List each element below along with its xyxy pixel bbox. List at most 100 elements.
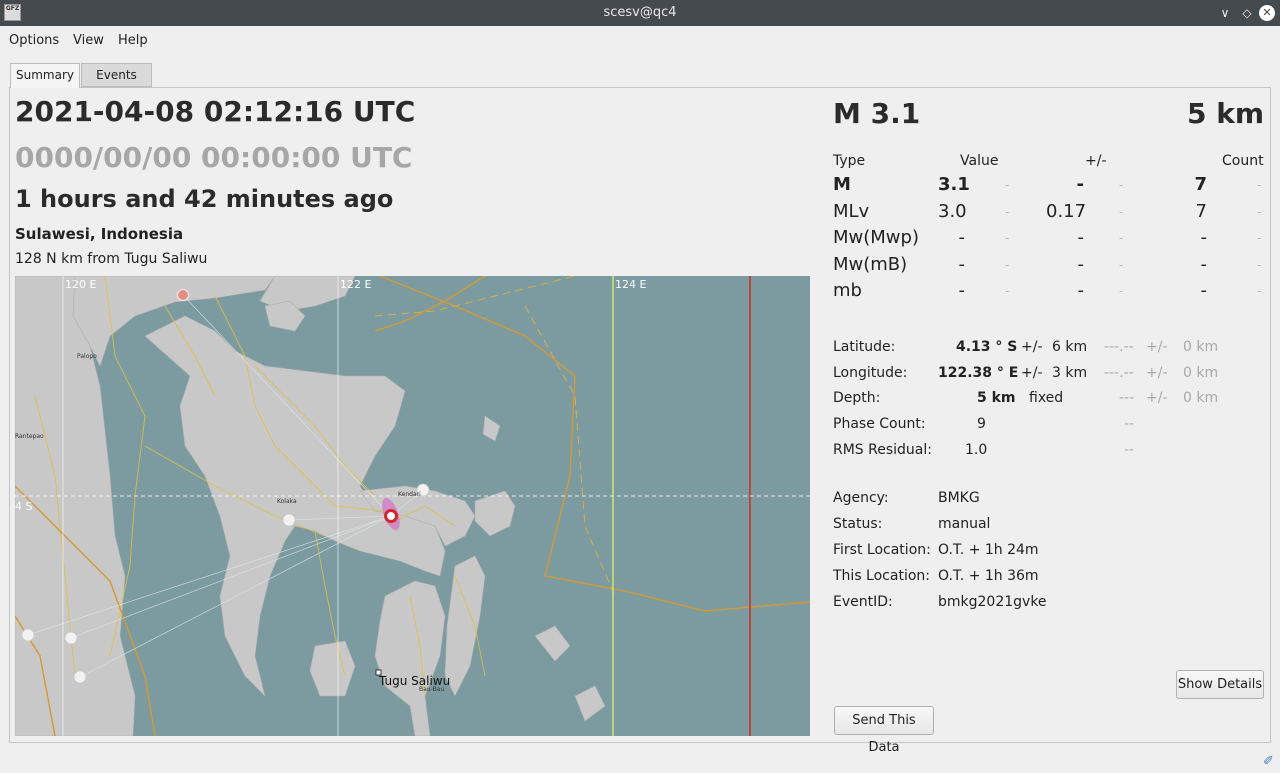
map-city-label: Tugu Saliwu bbox=[379, 674, 451, 688]
info-value: BMKG bbox=[938, 490, 980, 506]
latitude-alt-uncertainty: 0 km bbox=[1183, 339, 1219, 355]
menu-help[interactable]: Help bbox=[118, 33, 148, 48]
lon-label-122: 122 E bbox=[340, 278, 372, 291]
info-label: Status: bbox=[833, 516, 883, 532]
separator: - bbox=[1005, 204, 1010, 219]
magnitude-value: M 3.1 bbox=[833, 97, 921, 130]
magnitude-table-header: Type Value +/- Count bbox=[833, 152, 1265, 174]
info-label: Agency: bbox=[833, 490, 889, 506]
epicenter-marker bbox=[384, 509, 398, 523]
header-count: Count bbox=[1222, 153, 1264, 169]
send-data-button[interactable]: Send This Data bbox=[834, 706, 934, 755]
depth-alt-value: --- bbox=[1119, 390, 1135, 406]
separator: - bbox=[1005, 257, 1010, 272]
separator: - bbox=[1257, 257, 1262, 272]
magnitude-row-count: - bbox=[1200, 280, 1208, 301]
longitude-alt-value: ---.-- bbox=[1104, 365, 1134, 381]
magnitude-row-value: 3.1 bbox=[938, 174, 970, 195]
tab-events[interactable]: Events bbox=[81, 63, 152, 87]
origin-time: 2021-04-08 02:12:16 UTC bbox=[15, 95, 416, 128]
magnitude-row: Mw(mB) - - - - - - bbox=[833, 254, 1265, 281]
depth-label: Depth: bbox=[833, 390, 881, 406]
magnitude-type: Mw(Mwp) bbox=[833, 227, 919, 248]
alt-time: 0000/00/00 00:00:00 UTC bbox=[15, 141, 413, 174]
header-value: Value bbox=[960, 153, 999, 169]
magnitude-row-uncertainty: - bbox=[1076, 174, 1084, 195]
latitude-alt-pm: +/- bbox=[1146, 339, 1168, 355]
map-place-rantepao: Rantepao bbox=[15, 433, 44, 440]
magnitude-row-count: - bbox=[1200, 227, 1208, 248]
nearest-city: 128 N km from Tugu Saliwu bbox=[15, 251, 208, 267]
latitude-label: Latitude: bbox=[833, 339, 896, 355]
magnitude-row-uncertainty: - bbox=[1077, 227, 1085, 248]
magnitude-type: MLv bbox=[833, 200, 870, 222]
info-label: EventID: bbox=[833, 594, 893, 610]
event-map[interactable]: 120 E 122 E 124 E 4 S Palopo Rantepao Ko… bbox=[15, 276, 810, 736]
magnitude-row-value: - bbox=[958, 253, 966, 275]
maximize-icon[interactable]: ◇ bbox=[1238, 4, 1256, 22]
depth-value: 5 km bbox=[1186, 97, 1264, 130]
info-label: First Location: bbox=[833, 542, 931, 558]
longitude-label: Longitude: bbox=[833, 365, 908, 381]
longitude-alt-pm: +/- bbox=[1146, 365, 1168, 381]
magnitude-row-count: - bbox=[1200, 253, 1208, 275]
depth-alt-pm: +/- bbox=[1146, 390, 1168, 406]
magnitude-type: M bbox=[833, 174, 851, 195]
depth-detail-value: 5 km bbox=[977, 390, 1016, 406]
menu-options[interactable]: Options bbox=[9, 33, 59, 48]
station-marker-red bbox=[177, 289, 189, 301]
longitude-value: 122.38 ° E bbox=[938, 365, 1019, 381]
map-place-palopo: Palopo bbox=[77, 353, 97, 360]
magnitude-row-value: - bbox=[958, 280, 966, 301]
separator: - bbox=[1257, 204, 1262, 219]
separator: - bbox=[1005, 231, 1010, 245]
magnitude-row: mb - - - - - - bbox=[833, 280, 1265, 307]
latitude-pm: +/- bbox=[1021, 339, 1043, 355]
rms-alt: -- bbox=[1124, 442, 1135, 458]
menubar: Options View Help bbox=[0, 26, 1280, 54]
separator: - bbox=[1257, 231, 1262, 245]
tab-summary[interactable]: Summary bbox=[10, 63, 80, 88]
magnitude-type: Mw(mB) bbox=[833, 253, 908, 275]
magnitude-row-count: 7 bbox=[1195, 200, 1207, 222]
magnitude-row-uncertainty: - bbox=[1077, 280, 1085, 301]
longitude-uncertainty: 3 km bbox=[1052, 365, 1088, 381]
info-value: bmkg2021gvke bbox=[938, 594, 1047, 610]
latitude-alt-value: ---.-- bbox=[1104, 339, 1134, 355]
separator: - bbox=[1119, 178, 1124, 192]
separator: - bbox=[1119, 231, 1124, 245]
resize-grip-icon[interactable]: ✐ bbox=[1263, 754, 1274, 769]
latitude-uncertainty: 6 km bbox=[1052, 339, 1088, 355]
info-value: O.T. + 1h 36m bbox=[938, 568, 1039, 584]
depth-status: fixed bbox=[1029, 390, 1064, 406]
magnitude-row-uncertainty: 0.17 bbox=[1046, 200, 1087, 222]
info-value: O.T. + 1h 24m bbox=[938, 542, 1039, 558]
menu-view[interactable]: View bbox=[73, 33, 104, 48]
phase-count-value: 9 bbox=[977, 416, 986, 432]
region-name: Sulawesi, Indonesia bbox=[15, 225, 184, 243]
separator: - bbox=[1119, 257, 1124, 272]
phase-count-alt: -- bbox=[1124, 416, 1135, 432]
longitude-alt-uncertainty: 0 km bbox=[1183, 365, 1219, 381]
minimize-icon[interactable]: ∨ bbox=[1216, 4, 1234, 22]
separator: - bbox=[1119, 204, 1124, 219]
map-place-kendari: Kendari bbox=[398, 491, 421, 498]
magnitude-table: Type Value +/- Count M 3.1 - - - 7 - MLv 3.0 - 0.1… bbox=[833, 152, 1265, 307]
info-label: This Location: bbox=[833, 568, 930, 584]
phase-count-label: Phase Count: bbox=[833, 416, 926, 432]
map-place-kolaka: Kolaka bbox=[277, 498, 297, 505]
window-title: scesv@qc4 bbox=[603, 5, 677, 20]
depth-alt-uncertainty: 0 km bbox=[1183, 390, 1219, 406]
window-titlebar: GFZ scesv@qc4 ∨ ◇ ✕ bbox=[0, 0, 1280, 26]
separator: - bbox=[1005, 284, 1010, 298]
magnitude-row-count: 7 bbox=[1194, 174, 1207, 195]
show-details-button[interactable]: Show Details bbox=[1176, 670, 1264, 699]
longitude-pm: +/- bbox=[1021, 365, 1043, 381]
magnitude-row-value: - bbox=[958, 227, 966, 248]
lon-label-124: 124 E bbox=[615, 278, 647, 291]
header-uncertainty: +/- bbox=[1085, 153, 1107, 169]
magnitude-row-uncertainty: - bbox=[1077, 253, 1085, 275]
map-canvas bbox=[15, 276, 810, 736]
separator: - bbox=[1257, 284, 1262, 298]
close-icon[interactable]: ✕ bbox=[1259, 5, 1275, 21]
